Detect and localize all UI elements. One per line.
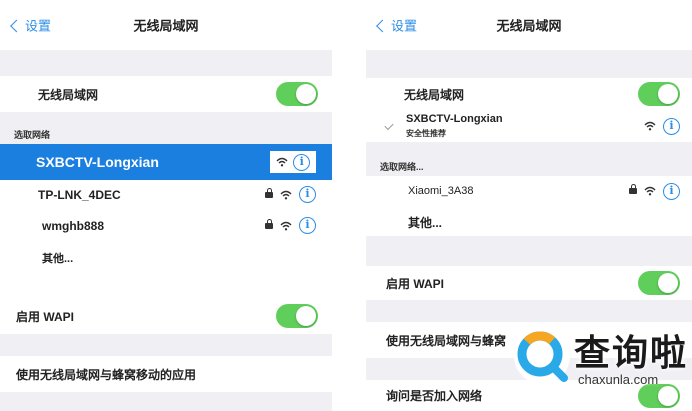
network-row[interactable]: Xiaomi_3A38 i <box>366 176 692 206</box>
info-icon[interactable]: i <box>663 117 680 135</box>
watermark: 查询啦 chaxunla.com <box>514 322 692 392</box>
cellular-apps-label: 使用无线局域网与蜂窝 <box>386 333 507 348</box>
wifi-signal-icon <box>280 190 292 199</box>
wapi-toggle-row: 启用 WAPI <box>366 266 692 300</box>
network-row-selected[interactable]: SXBCTV-Longxian i <box>0 144 332 180</box>
wifi-toggle[interactable] <box>638 82 680 106</box>
wifi-signal-icon <box>644 121 656 131</box>
page-title: 无线局域网 <box>496 18 562 34</box>
wifi-toggle-row: 无线局域网 <box>0 76 332 112</box>
info-icon[interactable]: i <box>293 153 311 171</box>
cellular-apps-row[interactable]: 使用无线局域网与蜂窝移动的应用 <box>0 356 332 392</box>
search-logo-icon <box>514 328 570 384</box>
network-row[interactable]: TP-LNK_4DEC i <box>0 180 332 209</box>
network-icons: i <box>629 182 680 200</box>
wifi-signal-icon <box>276 157 288 167</box>
other-network-row[interactable]: 其他... <box>366 208 692 236</box>
network-icons: i <box>265 217 316 234</box>
cellular-apps-label: 使用无线局域网与蜂窝移动的应用 <box>16 367 197 382</box>
network-name: TP-LNK_4DEC <box>38 187 121 202</box>
other-label: 其他... <box>42 253 74 265</box>
nav-bar: 设置 无线局域网 <box>366 0 692 50</box>
other-network-row[interactable]: 其他... <box>0 244 332 272</box>
lock-icon <box>265 218 273 230</box>
wapi-toggle[interactable] <box>276 304 318 328</box>
info-icon[interactable]: i <box>299 186 316 203</box>
wifi-toggle-row: 无线局域网 <box>366 78 692 110</box>
info-icon[interactable]: i <box>663 182 680 200</box>
network-name: Xiaomi_3A38 <box>408 185 474 197</box>
network-name: SXBCTV-Longxian <box>406 113 503 125</box>
lock-icon <box>265 187 273 199</box>
security-note: 安全性推荐 <box>406 129 446 138</box>
network-list: Xiaomi_3A38 i 其他... <box>366 176 692 236</box>
choose-network-header: 选取网络 <box>14 130 51 140</box>
wifi-label: 无线局域网 <box>404 87 465 102</box>
info-icon[interactable]: i <box>299 217 316 234</box>
network-name: wmghb888 <box>42 218 105 233</box>
wapi-toggle[interactable] <box>638 271 680 295</box>
lock-icon <box>629 184 637 195</box>
wifi-signal-icon <box>644 186 656 196</box>
wapi-label: 启用 WAPI <box>16 309 75 324</box>
other-label: 其他... <box>408 215 443 230</box>
network-icons: i <box>265 186 316 203</box>
page-title: 无线局域网 <box>133 18 199 34</box>
connected-network-row[interactable]: SXBCTV-Longxian 安全性推荐 i <box>366 110 692 142</box>
network-icons: i <box>644 117 680 135</box>
wifi-label: 无线局域网 <box>38 87 99 102</box>
wapi-label: 启用 WAPI <box>386 276 445 291</box>
network-name: SXBCTV-Longxian <box>36 154 159 170</box>
wapi-toggle-row: 启用 WAPI <box>0 298 332 334</box>
wifi-section: 无线局域网 SXBCTV-Longxian 安全性推荐 i <box>366 78 692 142</box>
checkmark-icon <box>384 120 394 131</box>
ask-to-join-label: 询问是否加入网络 <box>386 389 483 403</box>
nav-bar: 设置 无线局域网 <box>0 0 332 50</box>
selected-icons: i <box>270 151 316 173</box>
left-wifi-screen: 设置 无线局域网 无线局域网 选取网络 SXBCTV-Longxian i TP… <box>0 0 332 411</box>
watermark-name: 查询啦 <box>574 333 689 374</box>
wifi-signal-icon <box>280 221 292 230</box>
wifi-toggle[interactable] <box>276 82 318 106</box>
network-row[interactable]: wmghb888 i <box>0 211 332 240</box>
watermark-url: chaxunla.com <box>578 372 659 387</box>
choose-network-header: 选取网络... <box>380 162 424 172</box>
